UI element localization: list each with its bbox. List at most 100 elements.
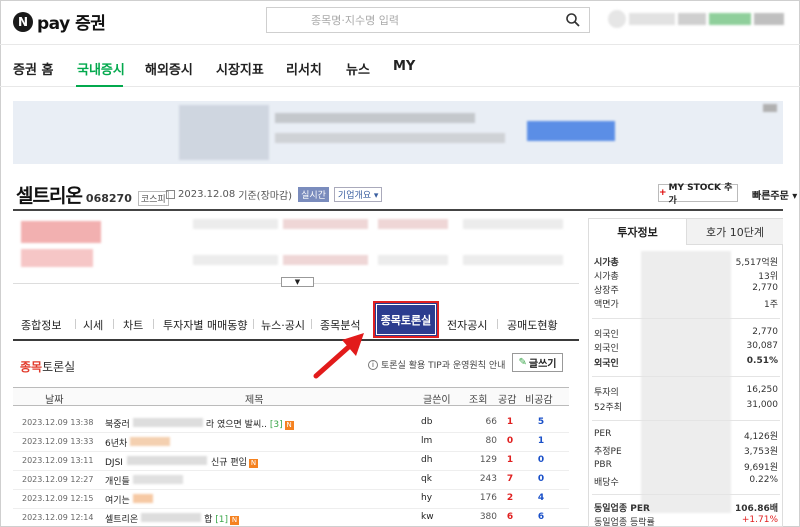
realtime-badge[interactable]: 실시간 [298,187,329,202]
col-likes: 공감 [498,395,517,406]
red-arrow-annotation [313,333,364,379]
post-likes: 1 [506,455,514,465]
post-dislikes: 5 [537,417,545,427]
current-price-redacted [21,221,101,243]
price-detail-redacted-5 [193,255,278,265]
user-name-redacted [629,13,675,25]
post-title[interactable]: 개인들 [105,474,186,487]
table-row[interactable]: 2023.12.09 13:11 DJSI 신규 편입 N dh 129 1 0 [13,452,569,471]
info-value: 16,250 [746,385,779,395]
post-date: 2023.12.09 12:27 [22,475,94,484]
post-writer[interactable]: hy [421,493,432,503]
logo-text: pay 증권 [37,14,106,34]
info-value: 13위 [758,272,778,282]
post-title-text: 북중러 [105,420,130,430]
info-label: 외국인 [594,344,619,354]
base-date-suffix: 기준(장마감) [238,191,293,202]
nav-item-my[interactable]: MY [393,59,415,74]
table-row[interactable]: 2023.12.09 13:33 6년차 lm 80 0 1 [13,433,569,452]
mystock-add-label: MY STOCK 추가 [668,183,733,206]
subtab-divider [153,319,154,329]
post-title[interactable]: 6년차 [105,436,173,449]
post-writer[interactable]: dh [421,455,432,465]
nav-item-news[interactable]: 뉴스 [346,59,370,78]
nav-item-indicators[interactable]: 시장지표 [216,59,264,78]
info-value: 9,691원 [743,463,778,473]
price-change-redacted [21,249,93,267]
npay-logo[interactable]: N pay 증권 [13,9,106,34]
post-writer[interactable]: lm [421,436,432,446]
company-overview-button[interactable]: 기업개요 ▾ [333,187,383,202]
subtab-discussion[interactable]: 종목토론실 [373,301,439,338]
info-label: 외국인 [594,359,619,369]
search-icon[interactable] [565,12,581,28]
info-label: 액면가 [594,300,619,310]
nav-item-home[interactable]: 증권 홈 [13,59,53,78]
board-table-header: 날짜 제목 글쓴이 조회 공감 비공감 [13,387,569,406]
ad-banner[interactable] [13,101,783,164]
post-date: 2023.12.09 13:11 [22,456,94,465]
subtab-divider [497,319,498,329]
subtab-disclosure[interactable]: 전자공시 [447,317,487,333]
table-row[interactable]: 2023.12.09 12:15 여기는 hy 176 2 4 [13,490,569,509]
user-area[interactable] [608,10,784,28]
tab-investment-info[interactable]: 투자정보 [589,219,686,245]
price-detail-redacted-8 [463,255,563,265]
subtab-divider [75,319,76,329]
info-value: 0.51% [746,356,778,366]
write-post-button[interactable]: ✎ 글쓰기 [512,353,563,372]
post-writer[interactable]: db [421,417,432,427]
nav-item-domestic[interactable]: 국내증시 [77,59,125,78]
banner-text-redacted-2 [275,133,505,143]
tip-link[interactable]: i 토론실 활용 TIP과 운영원칙 안내 [368,358,505,371]
price-detail-redacted-1 [193,219,278,229]
post-views: 66 [485,417,497,427]
post-title-redacted [141,513,202,522]
banner-text-redacted [275,113,475,123]
post-title[interactable]: DJSI 신규 편입 N [105,455,258,468]
post-dislikes: 4 [537,493,545,503]
tab-orderbook-label: 호가 10단계 [706,225,764,239]
table-row[interactable]: 2023.12.09 12:27 개인들 qk 243 7 0 [13,471,569,490]
post-likes: 2 [506,493,514,503]
table-row[interactable]: 2023.12.09 13:38 북중러 라 였으면 발씨.. [3] N db 6… [13,414,569,433]
pencil-icon: ✎ [518,357,527,368]
info-value: 0.22% [749,475,778,485]
table-row[interactable]: 2023.12.09 12:14 셀트리온 합 [1] N kw 380 6 6 [13,509,569,527]
subtab-investor-trend[interactable]: 투자자별 매매동향 [163,317,247,333]
subtab-divider [311,319,312,329]
mystock-add-button[interactable]: + MY STOCK 추가 [658,183,738,206]
date-area: 2023.12.08 기준(장마감) 실시간 기업개요 ▾ [166,187,383,202]
post-dislikes: 0 [537,455,545,465]
post-title[interactable]: 셀트리온 합 [1] N [105,512,240,525]
new-badge: N [248,459,258,468]
search-input[interactable] [267,8,557,32]
post-writer[interactable]: qk [421,474,432,484]
info-label: 투자의 [594,388,619,398]
post-title[interactable]: 여기는 [105,493,156,506]
post-title[interactable]: 북중러 라 였으면 발씨.. [3] N [105,417,294,430]
tab-orderbook[interactable]: 호가 10단계 [686,219,783,245]
subtab-chart[interactable]: 차트 [123,317,143,333]
info-label: 시가총 [594,258,619,268]
expand-toggle-button[interactable]: ▼ [281,277,314,287]
plus-icon: + [659,188,667,198]
search-box [266,7,590,33]
post-title-text: 셀트리온 [105,515,139,525]
quick-order-button[interactable]: 빠른주문 ▾ [752,187,797,202]
price-info-block [13,211,579,284]
info-label: PER [594,429,612,439]
info-value: +1.71% [741,515,778,525]
nav-item-research[interactable]: 리서치 [286,59,322,78]
subtab-price[interactable]: 시세 [83,317,103,333]
nav-item-overseas[interactable]: 해외증시 [145,59,193,78]
info-value: 1주 [763,300,778,310]
subtab-overview[interactable]: 종합정보 [21,317,61,333]
subtab-short-selling[interactable]: 공매도현황 [507,317,558,333]
info-label: 상장주 [594,286,619,296]
post-writer[interactable]: kw [421,512,434,522]
subtab-news[interactable]: 뉴스·공시 [261,317,305,333]
post-title-tail: 합 [204,515,213,525]
post-views: 176 [479,493,497,503]
nav-active-underline [76,85,123,87]
